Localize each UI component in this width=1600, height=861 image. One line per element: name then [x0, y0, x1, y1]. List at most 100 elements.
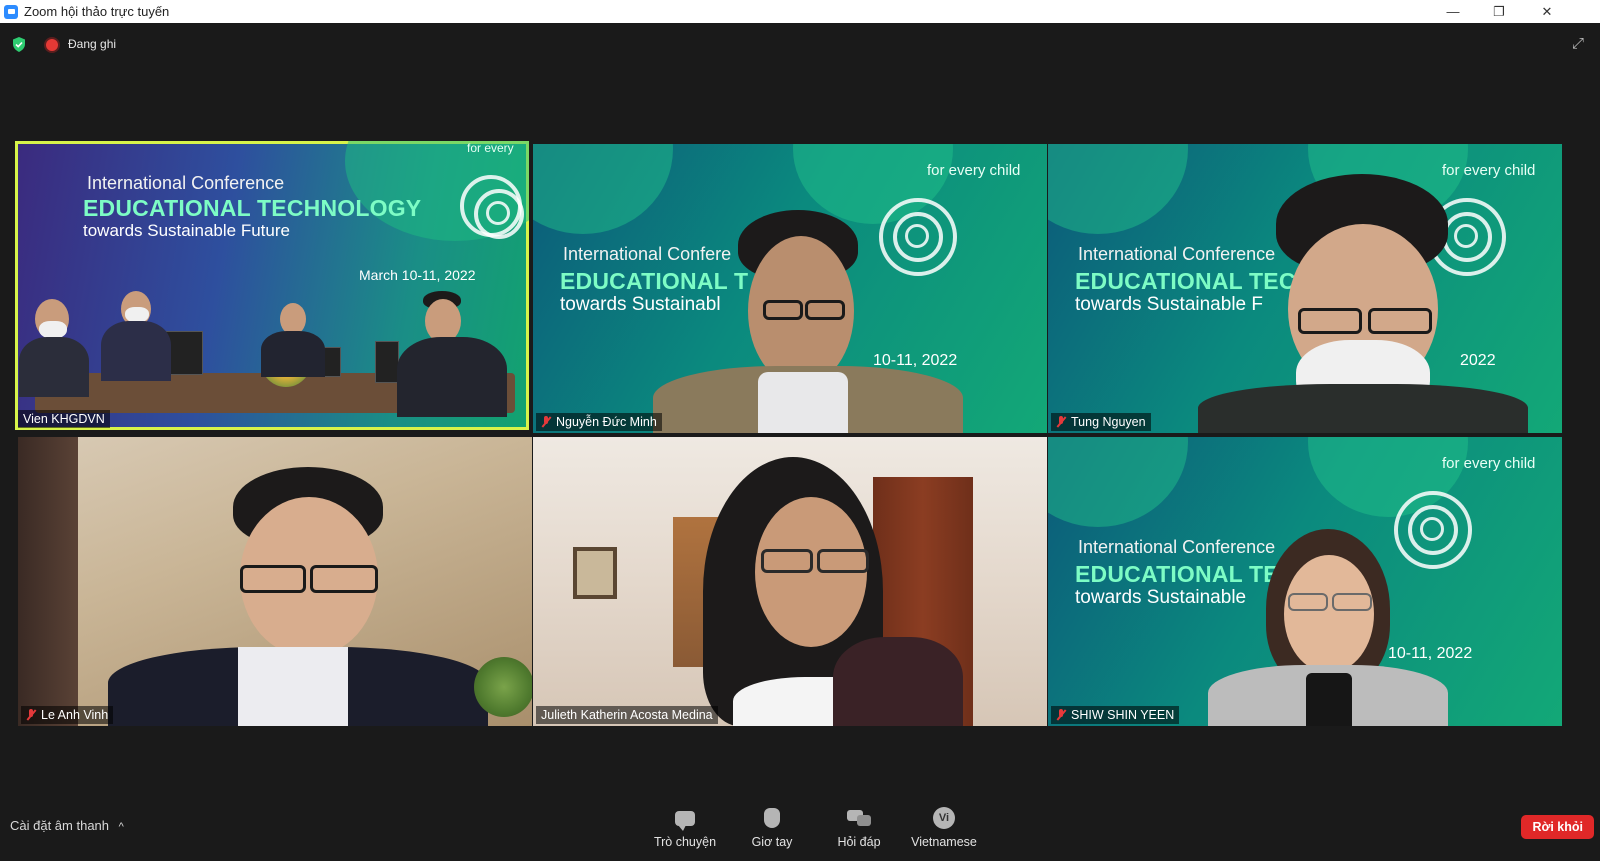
conference-subtitle: towards Sustainable Future — [83, 221, 290, 240]
mic-muted-icon — [26, 709, 36, 721]
participant-jacket — [833, 637, 963, 726]
background-door — [18, 437, 78, 726]
close-button[interactable]: ✕ — [1524, 0, 1570, 23]
video-tile[interactable]: Le Anh Vinh — [18, 437, 532, 726]
raise-hand-label: Giơ tay — [751, 835, 793, 849]
eyeglasses — [763, 300, 803, 320]
video-tile[interactable]: International Conference EDUCATIONAL TEC… — [1048, 437, 1562, 726]
participant-shirt — [758, 372, 848, 433]
video-tile[interactable]: International Conference EDUCATIONAL TEC… — [1048, 144, 1562, 433]
conference-logo-icon — [879, 198, 957, 276]
participant-body — [19, 337, 89, 397]
conference-title: International Conference — [1078, 244, 1276, 264]
unicef-tagline: for every child — [927, 162, 1021, 179]
conference-logo-icon — [1394, 491, 1472, 569]
participant-name: Vien KHGDVN — [23, 412, 105, 426]
participant-shirt — [238, 647, 348, 726]
participant-name: Julieth Katherin Acosta Medina — [541, 708, 713, 722]
qa-icon — [847, 810, 871, 826]
fullscreen-icon[interactable]: ⤢ — [1570, 36, 1586, 52]
eyeglasses — [1368, 308, 1432, 334]
wall-picture — [573, 547, 617, 599]
participant-body — [261, 331, 325, 377]
unicef-tagline: for every child — [1442, 162, 1536, 179]
audio-settings-button[interactable]: Cài đặt âm thanh ^ — [10, 818, 124, 833]
participant-name: Le Anh Vinh — [41, 708, 109, 722]
participant-name-label: Vien KHGDVN — [18, 410, 110, 428]
mic-muted-icon — [541, 416, 551, 428]
audio-settings-label: Cài đặt âm thanh — [10, 818, 110, 833]
chat-label: Trò chuyện — [653, 835, 717, 849]
backdrop-shape — [1048, 437, 1188, 527]
conference-name: EDUCATIONAL TEC — [1075, 268, 1296, 294]
participant-name: SHIW SHIN YEEN — [1071, 708, 1175, 722]
eyeglasses — [1298, 308, 1362, 334]
participant-body — [101, 321, 171, 381]
conference-logo-icon — [460, 175, 524, 239]
backdrop-shape — [533, 144, 673, 234]
chat-button[interactable]: Trò chuyện — [645, 807, 725, 849]
recording-label: Đang ghi — [68, 37, 117, 51]
meeting-area: Đang ghi ⤢ International Conference EDUC… — [0, 23, 1600, 861]
participant-body — [397, 337, 507, 417]
participant-name: Nguyễn Đức Minh — [556, 415, 657, 429]
conference-title: International Confere — [563, 244, 732, 264]
participant-face — [1284, 555, 1374, 673]
participant-name-label: Julieth Katherin Acosta Medina — [536, 706, 718, 724]
conference-subtitle: towards Sustainable — [1075, 587, 1247, 608]
security-shield-icon[interactable] — [12, 37, 26, 52]
participant-name: Tung Nguyen — [1071, 415, 1146, 429]
conference-date: 2022 — [1460, 352, 1496, 369]
plant — [474, 657, 532, 717]
backdrop-shape — [1048, 144, 1188, 234]
conference-title: International Conference — [87, 173, 285, 193]
eyeglasses — [1332, 593, 1372, 611]
conference-title: International Conference — [1078, 537, 1276, 557]
video-tile[interactable]: Julieth Katherin Acosta Medina — [533, 437, 1047, 726]
eyeglasses — [310, 565, 378, 593]
window-titlebar: Zoom hội thảo trực tuyến — ❐ ✕ — [0, 0, 1600, 23]
video-tile[interactable]: International Confere EDUCATIONAL T towa… — [533, 144, 1047, 433]
conference-subtitle: towards Sustainabl — [560, 294, 721, 315]
zoom-app-icon — [4, 4, 18, 19]
qa-button[interactable]: Hỏi đáp — [819, 807, 899, 849]
conference-name: EDUCATIONAL TEC — [1075, 561, 1296, 587]
conference-date: 10-11, 2022 — [1388, 645, 1473, 662]
window-title: Zoom hội thảo trực tuyến — [24, 4, 170, 19]
language-label: Vietnamese — [911, 835, 977, 849]
participant-name-label: Le Anh Vinh — [21, 706, 114, 724]
conference-date: 10-11, 2022 — [873, 352, 958, 369]
mic-muted-icon — [1056, 416, 1066, 428]
participant-name-label: Tung Nguyen — [1051, 413, 1151, 431]
recording-icon[interactable] — [46, 39, 58, 51]
meeting-controls-bar: Cài đặt âm thanh ^ Trò chuyện Giơ tay Hỏ… — [0, 791, 1600, 861]
chevron-up-icon[interactable]: ^ — [119, 821, 124, 833]
raise-hand-button[interactable]: Giơ tay — [732, 807, 812, 849]
mic-muted-icon — [1056, 709, 1066, 721]
restore-button[interactable]: ❐ — [1476, 0, 1522, 23]
language-icon: Vi — [933, 807, 955, 829]
unicef-tagline: for every child — [1442, 455, 1536, 472]
eyeglasses — [240, 565, 306, 593]
chat-icon — [675, 810, 695, 831]
unicef-tagline: for every — [467, 141, 514, 155]
language-interpretation-button[interactable]: Vi Vietnamese — [904, 807, 984, 849]
eyeglasses — [761, 549, 813, 573]
participant-name-label: SHIW SHIN YEEN — [1051, 706, 1180, 724]
conference-name: EDUCATIONAL TECHNOLOGY — [83, 195, 422, 221]
raise-hand-icon — [764, 808, 780, 828]
video-tile[interactable]: International Conference EDUCATIONAL TEC… — [15, 141, 529, 430]
participant-name-label: Nguyễn Đức Minh — [536, 413, 662, 431]
participant-shirt — [1306, 673, 1352, 726]
participant-body — [1198, 384, 1528, 433]
eyeglasses — [805, 300, 845, 320]
leave-meeting-button[interactable]: Rời khỏi — [1521, 815, 1594, 839]
minimize-button[interactable]: — — [1430, 0, 1476, 23]
conference-subtitle: towards Sustainable F — [1075, 294, 1263, 315]
eyeglasses — [1288, 593, 1328, 611]
eyeglasses — [817, 549, 869, 573]
conference-name: EDUCATIONAL T — [560, 268, 749, 294]
laptop — [375, 341, 399, 383]
conference-date: March 10-11, 2022 — [359, 267, 476, 283]
qa-label: Hỏi đáp — [837, 835, 881, 849]
